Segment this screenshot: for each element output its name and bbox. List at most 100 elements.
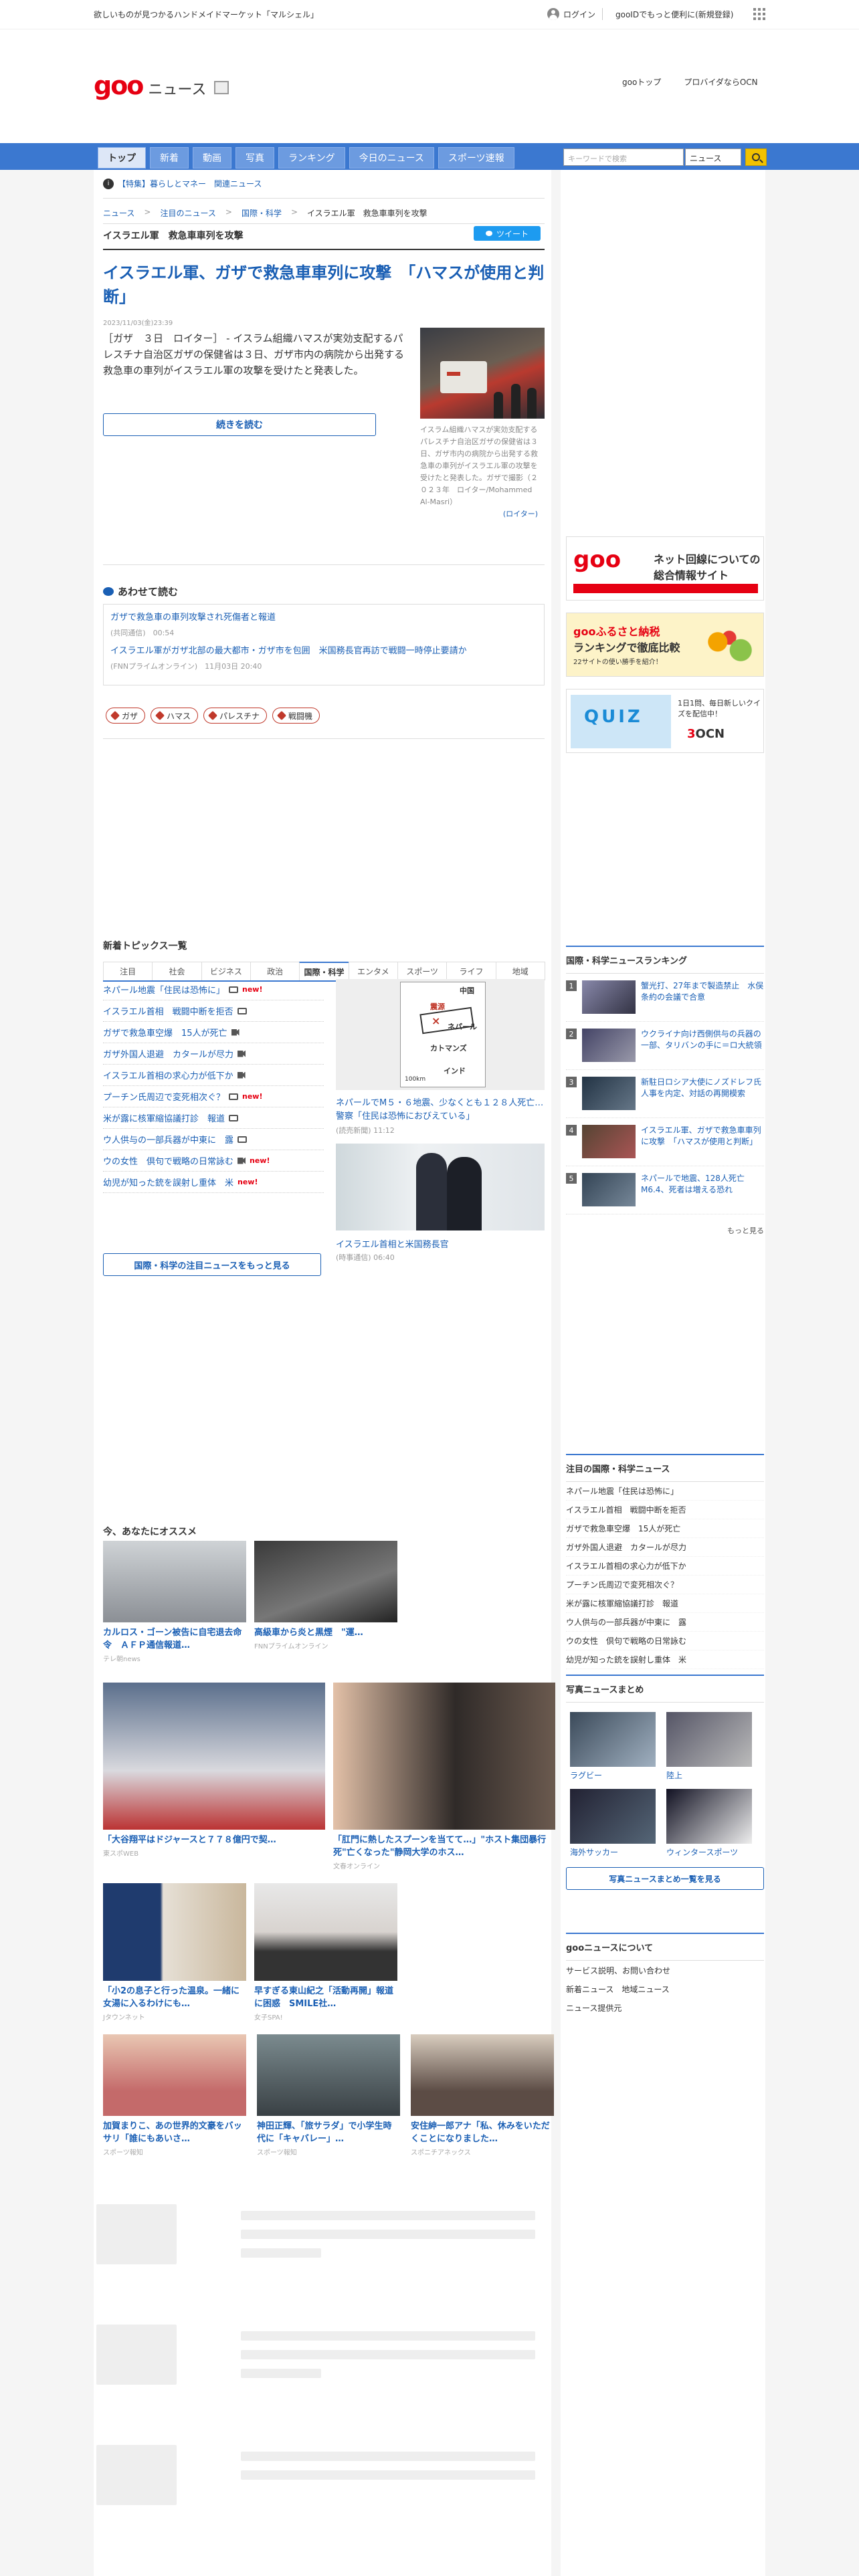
attention-item[interactable]: ガザ外国人退避 カタールが尽力 [566, 1538, 764, 1557]
nav-tab-top[interactable]: トップ [98, 147, 146, 169]
recommend-card[interactable]: 加賀まりこ、あの世界的文豪をバッサリ「誰にもあいさ… スポーツ報知 [103, 2034, 246, 2157]
topics-tab[interactable]: 地域 [495, 962, 545, 980]
topic-text: ウ人供与の一部兵器が中東に 露 [103, 1136, 234, 1146]
tag-chip[interactable]: 戦闘機 [272, 708, 320, 724]
attention-item[interactable]: ガザで救急車空爆 15人が死亡 [566, 1519, 764, 1538]
search-button[interactable] [745, 148, 767, 166]
recommend-card[interactable]: 「肛門に熱したスプーンを当てて…」"ホスト集団暴行死"亡くなった"静岡大学のホス… [333, 1683, 555, 1870]
quake-map[interactable]: 中国 震源 × ネパール カトマンズ インド 100km [336, 979, 545, 1090]
related-item[interactable]: イスラエル軍がガザ北部の最大都市・ガザ市を包囲 米国務長官再訪で戦闘一時停止要請… [110, 645, 537, 658]
ranking-item[interactable]: 5 ネパールで地震、128人死亡 M6.4、死者は増える恐れ [566, 1166, 764, 1214]
register-link[interactable]: gooIDでもっと便利に(新規登録) [615, 9, 733, 20]
tweet-button[interactable]: ツイート [474, 226, 541, 241]
goo-top-link[interactable]: gooトップ [622, 76, 661, 88]
breadcrumb-news[interactable]: ニュース [103, 207, 134, 219]
camera-icon [229, 1114, 239, 1121]
topic-item[interactable]: ウの女性 倶句で戦略の日常詠む new! [103, 1150, 324, 1172]
login-link[interactable]: ログイン [547, 8, 595, 20]
attention-item[interactable]: イスラエル首相 戦闘中断を拒否 [566, 1501, 764, 1519]
topic-item[interactable]: 米が露に核軍縮協議打診 報道 [103, 1107, 324, 1129]
related-item[interactable]: ガザで救急車の車列攻撃され死傷者と報道 [110, 611, 537, 625]
photo-tile[interactable]: 海外サッカー [570, 1789, 656, 1858]
attention-item[interactable]: イスラエル首相の求心力が低下か [566, 1557, 764, 1576]
search-input[interactable]: キーワードで検索 [563, 148, 684, 166]
topic-item[interactable]: ガザで救急車空爆 15人が死亡 [103, 1022, 324, 1043]
recommend-card[interactable]: 神田正輝、「旅サラダ」で小学生時代に「キャバレー」… スポーツ報知 [257, 2034, 400, 2157]
attention-item[interactable]: 幼児が知った銃を誤射し重体 米 [566, 1650, 764, 1669]
photo-tile[interactable]: ウィンタースポーツ [666, 1789, 752, 1858]
topics-tab[interactable]: ビジネス [201, 962, 251, 980]
topics-tab[interactable]: 政治 [250, 962, 300, 980]
ranking-item[interactable]: 2 ウクライナ向け西側供与の兵器の一部、タリバンの手に＝ロ大統領 [566, 1022, 764, 1070]
promo-tagline[interactable]: 欲しいものが見つかるハンドメイドマーケット「マルシェル」 [94, 9, 318, 20]
tag-chip[interactable]: ハマス [151, 708, 199, 724]
leaders-caption[interactable]: イスラエル首相と米国務長官 [336, 1237, 449, 1250]
breadcrumb-sep: > [144, 207, 151, 217]
nav-tab-ranking[interactable]: ランキング [278, 147, 345, 169]
ranking-more-link[interactable]: もっと見る [566, 1214, 764, 1236]
notice-link[interactable]: i 【特集】暮らしとマネー 関連ニュース [103, 178, 262, 189]
ranking-item[interactable]: 4 イスラエル軍、ガザで救急車車列に攻撃 「ハマスが使用と判断」 [566, 1118, 764, 1166]
ranking-item[interactable]: 1 蟹光打、27年まで製造禁止 水俣条約の会議で合意 [566, 974, 764, 1022]
photo-tile[interactable]: ラグビー [570, 1712, 656, 1781]
rank-title: イスラエル軍、ガザで救急車車列に攻撃 「ハマスが使用と判断」 [641, 1125, 761, 1146]
ad-banner-furusato[interactable]: gooふるさと納税 ランキングで徹底比較 22サイトの使い勝手を紹介！ [566, 613, 764, 677]
topic-item[interactable]: ウ人供与の一部兵器が中東に 露 [103, 1129, 324, 1150]
topics-tab[interactable]: 社会 [152, 962, 202, 980]
topic-item[interactable]: ネパール地震「住民は恐怖に」 new! [103, 979, 324, 1000]
article-headline[interactable]: イスラエル軍、ガザで救急車車列に攻撃 「ハマスが使用と判断」 [103, 261, 545, 309]
nav-tab-photo[interactable]: 写真 [235, 147, 274, 169]
nav-tab-new[interactable]: 新着 [150, 147, 189, 169]
recommend-card[interactable]: 「大谷翔平はドジャースと７７８億円で契… 東スポWEB [103, 1683, 325, 1858]
about-link[interactable]: サービス説明、お問い合わせ [566, 1961, 764, 1979]
topic-item[interactable]: イスラエル首相の求心力が低下か [103, 1065, 324, 1086]
topic-item[interactable]: 幼児が知った銃を誤射し重体 米 new! [103, 1172, 324, 1193]
topics-tab[interactable]: エンタメ [348, 962, 398, 980]
ad-bar [573, 584, 758, 593]
tag-chip[interactable]: ガザ [106, 708, 146, 724]
breadcrumb-current: イスラエル軍 救急車車列を攻撃 [307, 209, 427, 218]
photo-source-link[interactable]: (ロイター) [503, 510, 538, 518]
topics-tab[interactable]: 注目 [103, 962, 153, 980]
ambulance-image [440, 361, 487, 393]
attention-item[interactable]: ウの女性 倶句で戦略の日常詠む [566, 1632, 764, 1650]
breadcrumb-attention[interactable]: 注目のニュース [160, 207, 215, 219]
attention-item[interactable]: プーチン氏周辺で変死相次ぐ？ [566, 1576, 764, 1594]
recommend-card[interactable]: 早すぎる東山紀之「活動再開」報道に困惑 SMILE社… 女子SPA! [254, 1883, 397, 2022]
topic-item[interactable]: ガザ外国人退避 カタールが尽力 [103, 1043, 324, 1065]
recommend-card[interactable]: 安住紳一郎アナ「私、休みをいただくことになりました… スポニチアネックス [411, 2034, 554, 2157]
recommend-card[interactable]: カルロス・ゴーン被告に自宅退去命令 ＡＦＰ通信報道… テレ朝news [103, 1541, 246, 1663]
ranking-item[interactable]: 3 新駐日ロシア大使にノズドレフ氏 人事を内定、対話の再開模索 [566, 1070, 769, 1118]
tag-chip[interactable]: パレスチナ [203, 708, 268, 724]
article-photo[interactable] [420, 328, 545, 419]
about-link[interactable]: 新着ニュース 地域ニュース [566, 1979, 764, 1998]
site-logo[interactable]: goo ニュース [94, 71, 229, 100]
read-more-button[interactable]: 続きを読む [103, 413, 376, 436]
map-caption[interactable]: ネパールでM５・６地震、少なくとも１２８人死亡…警察「住民は恐怖におびえている」 [336, 1097, 545, 1123]
leaders-photo[interactable] [336, 1144, 545, 1230]
breadcrumb-intl[interactable]: 国際・科学 [242, 207, 282, 219]
ocn-link[interactable]: プロバイダならOCN [684, 76, 757, 88]
topics-tab-active[interactable]: 国際・科学 [299, 962, 349, 980]
nav-tab-video[interactable]: 動画 [193, 147, 231, 169]
topics-more-button[interactable]: 国際・科学の注目ニュースをもっと見る [103, 1253, 321, 1276]
rank-number: 4 [566, 1125, 577, 1136]
nav-tab-sports[interactable]: スポーツ速報 [438, 147, 514, 169]
attention-item[interactable]: ウ人供与の一部兵器が中東に 露 [566, 1613, 764, 1632]
apps-grid-icon[interactable] [753, 8, 765, 20]
ad-banner-net[interactable]: goo ネット回線についての 総合情報サイト [566, 536, 764, 601]
topics-tab[interactable]: ライフ [446, 962, 496, 980]
photo-news-more-button[interactable]: 写真ニュースまとめ一覧を見る [566, 1867, 764, 1890]
about-link[interactable]: ニュース提供元 [566, 1998, 764, 2017]
ad-banner-quiz[interactable]: QUIZ 1日1問、毎日新しいクイズを配信中！ 3OCN [566, 689, 764, 753]
photo-tile[interactable]: 陸上 [666, 1712, 752, 1781]
topic-item[interactable]: イスラエル首相 戦闘中断を拒否 [103, 1000, 324, 1022]
attention-item[interactable]: ネパール地震「住民は恐怖に」 [566, 1482, 764, 1501]
search-scope-select[interactable]: ニュース [685, 148, 741, 166]
nav-tab-today[interactable]: 今日のニュース [349, 147, 434, 169]
recommend-card[interactable]: 「小2の息子と行った温泉。一緒に女湯に入るわけにも… Jタウンネット [103, 1883, 246, 2022]
topic-item[interactable]: プーチン氏周辺で変死相次ぐ？ new! [103, 1086, 324, 1107]
recommend-card[interactable]: 高級車から炎と黒煙 "運… FNNプライムオンライン [254, 1541, 397, 1650]
topics-tab[interactable]: スポーツ [397, 962, 448, 980]
attention-item[interactable]: 米が露に核軍縮協議打診 報道 [566, 1594, 764, 1613]
